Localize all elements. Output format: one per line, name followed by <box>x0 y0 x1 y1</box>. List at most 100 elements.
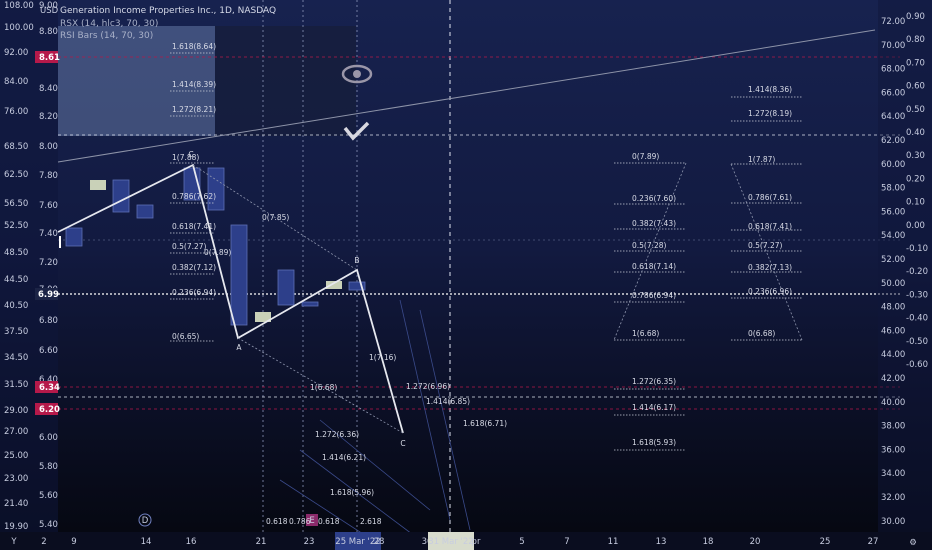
right-axis-b-label: -0.40 <box>906 314 928 324</box>
fib-mid-label: 1.414(6.21) <box>322 453 366 462</box>
fib-right2-label: 1(7.87) <box>748 155 775 164</box>
fib-right1-label: 0.618(7.14) <box>632 262 676 271</box>
right-axis-a-label: 66.00 <box>881 88 905 98</box>
fib-right2-label: 0.236(6.96) <box>748 287 792 296</box>
right-axis-a-label: 36.00 <box>881 445 905 455</box>
left-outer-axis-label: 25.00 <box>4 451 28 461</box>
right-axis-b-label: 0.50 <box>906 105 925 115</box>
right-axis-a-label: 72.00 <box>881 17 905 27</box>
left-outer-axis-label: 21.40 <box>4 499 28 509</box>
fib-mid-label: 0.618 <box>318 517 340 526</box>
left-inner-axis-label: 8.20 <box>39 112 58 122</box>
left-outer-axis-label: 108.00 <box>4 1 34 11</box>
fib-right1-label: 0.236(7.60) <box>632 194 676 203</box>
price-tag-6-34-text: 6.34 <box>39 383 60 393</box>
price-tag-6-20-text: 6.20 <box>39 405 60 415</box>
right-axis-b-label: 0.20 <box>906 174 925 184</box>
fib-right1-label: 0.5(7.28) <box>632 241 667 250</box>
indicator-rsx-label: RSX (14, hlc3, 70, 30) <box>60 19 159 29</box>
pattern-label-c2: C <box>400 439 405 448</box>
right-axis-b-label: -0.50 <box>906 337 928 347</box>
right-axis-b-label: 0.40 <box>906 128 925 138</box>
fib-right2-diagonal <box>730 163 803 341</box>
left-inner-axis-label: 5.60 <box>39 491 58 501</box>
fib-right1-label: 0.786(6.94) <box>632 291 676 300</box>
left-outer-axis-label: 34.50 <box>4 353 28 363</box>
abcd-pattern <box>57 163 404 434</box>
dividend-badge-text: D <box>142 516 149 526</box>
x-axis-label: 11 <box>608 537 619 547</box>
fib-right2-label: 1.272(8.19) <box>748 109 792 118</box>
fib-right2-label: 0.786(7.61) <box>748 193 792 202</box>
fib-mid-label: 1.414(6.85) <box>426 397 470 406</box>
left-outer-axis-label: 19.90 <box>4 522 28 532</box>
fib-mid-label: 0.786 <box>289 517 311 526</box>
left-inner-axis-label: 7.60 <box>39 201 58 211</box>
fib-right2-label: 0.618(7.41) <box>748 222 792 231</box>
fib-right1-label: 1(6.68) <box>632 329 659 338</box>
left-inner-axis-label: 5.40 <box>39 520 58 530</box>
left-outer-axis-label: 23.00 <box>4 474 28 484</box>
left-inner-axis-label: 7.80 <box>39 171 58 181</box>
fib-mid-label: 1.272(6.96) <box>406 382 450 391</box>
fib-right2-label: 0.382(7.13) <box>748 263 792 272</box>
right-axis-a-label: 70.00 <box>881 41 905 51</box>
left-inner-axis-label: 7.40 <box>39 229 58 239</box>
price-chart[interactable]: 108.00100.0092.0084.0076.0068.5062.5056.… <box>0 0 932 550</box>
right-axis-b-label: 0.70 <box>906 58 925 68</box>
left-inner-axis-label: 6.60 <box>39 346 58 356</box>
x-axis-label: 28 <box>374 537 385 547</box>
fib-left-label: 1.414(8.39) <box>172 80 216 89</box>
fib-left-label: 1.618(8.64) <box>172 42 216 51</box>
left-outer-axis-label: 29.00 <box>4 406 28 416</box>
left-outer-axis-label: 27.00 <box>4 427 28 437</box>
fib-right2-label: 0.5(7.27) <box>748 241 783 250</box>
indicator-rsi-bars-label: RSI Bars (14, 70, 30) <box>60 31 154 41</box>
fib-right1-label: 1.272(6.35) <box>632 377 676 386</box>
price-tag-8-61-text: 8.61 <box>39 53 60 63</box>
fib-right1-label: 1.618(5.93) <box>632 438 676 447</box>
fib-mid-label: 2.618 <box>360 517 382 526</box>
right-axis-a-label: 54.00 <box>881 231 905 241</box>
left-inner-axis-label: 9.00 <box>39 1 58 11</box>
fib-left-label: 0.618(7.41) <box>172 222 216 231</box>
right-axis-b-label: 0.10 <box>906 198 925 208</box>
x-axis-label: pr <box>472 537 481 547</box>
price-tag-6-99-text: 6.99 <box>38 290 59 300</box>
right-axis-a-label: 42.00 <box>881 374 905 384</box>
fib-right1-label: 0(7.89) <box>632 152 659 161</box>
right-axis-b-label: 0.90 <box>906 12 925 22</box>
right-axis-a-label: 30.00 <box>881 517 905 527</box>
fib-right1-label: 1.414(6.17) <box>632 403 676 412</box>
right-axis-a-label: 68.00 <box>881 65 905 75</box>
left-inner-axis-label: 6.00 <box>39 433 58 443</box>
left-outer-axis-label: 62.50 <box>4 170 28 180</box>
left-inner-axis-label: 5.80 <box>39 462 58 472</box>
right-axis-a-label: 48.00 <box>881 303 905 313</box>
fib-right2-label: 1.414(8.36) <box>748 85 792 94</box>
x-axis-label: 20 <box>750 537 761 547</box>
right-axis-a-label: 40.00 <box>881 398 905 408</box>
right-axis-b-label: -0.10 <box>906 244 928 254</box>
fib-left-label: 0.5(7.27) <box>172 242 207 251</box>
chart-stage[interactable]: 108.00 100.00 92.00 84.00 76.00 68.50 62.50 56.… <box>0 0 932 550</box>
fib-mid-label: 1(6.68) <box>310 383 337 392</box>
left-inner-axis-label: 8.40 <box>39 84 58 94</box>
x-axis-label: 9 <box>71 537 76 547</box>
fib-mid-label: 0(7.85) <box>262 213 289 222</box>
x-axis-right-letter: 2 <box>41 537 46 547</box>
left-inner-axis-label: 7.20 <box>39 258 58 268</box>
fib-left-label: 1(7.88) <box>172 153 199 162</box>
settings-icon: ⚙ <box>909 538 917 548</box>
left-outer-axis-label: 76.00 <box>4 107 28 117</box>
right-axis-a-label: 64.00 <box>881 112 905 122</box>
fib-mid-label: 0.618 <box>266 517 288 526</box>
x-axis-label: 16 <box>186 537 197 547</box>
right-axis-b-label: -0.30 <box>906 290 928 300</box>
left-outer-axis-label: 56.50 <box>4 199 28 209</box>
fib-mid-label: 1.618(6.71) <box>463 419 507 428</box>
x-axis-label: 25 <box>820 537 831 547</box>
right-axis-b-label: -0.60 <box>906 360 928 370</box>
right-axis-a-label: 32.00 <box>881 493 905 503</box>
x-axis-date-2: 31 Mar '22 <box>428 537 473 547</box>
